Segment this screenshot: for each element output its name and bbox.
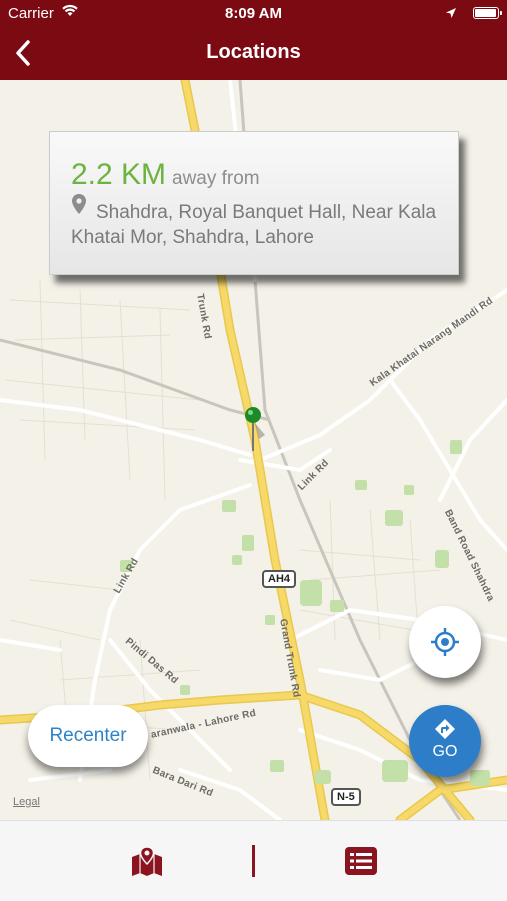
tab-list[interactable] [345, 847, 377, 880]
battery-icon [473, 7, 502, 19]
go-label: GO [432, 743, 458, 760]
go-directions-button[interactable]: GO [409, 705, 481, 777]
recenter-button[interactable]: Recenter [28, 705, 148, 767]
location-info-card: 2.2 KM away from Shahdra, Royal Banquet … [49, 131, 459, 275]
map-legal-link[interactable]: Legal [13, 796, 40, 808]
status-time: 8:09 AM [225, 5, 282, 22]
battery-fill [475, 9, 496, 17]
map-icon [132, 846, 162, 876]
list-icon [345, 847, 377, 875]
bottom-tab-bar [0, 820, 507, 901]
location-address: Shahdra, Royal Banquet Hall, Near Kala K… [71, 202, 437, 248]
nav-bar: Locations [0, 28, 507, 80]
status-bar: Carrier 8:09 AM [0, 0, 507, 28]
tab-map[interactable] [130, 846, 164, 882]
page-title: Locations [206, 41, 301, 63]
directions-arrow-icon [435, 719, 455, 739]
distance-value: 2.2 KM [71, 158, 167, 191]
crosshair-icon [431, 628, 459, 656]
highway-shield-n5: N-5 [331, 788, 361, 806]
away-from-label: away from [172, 168, 260, 189]
highway-shield-ah4: AH4 [262, 570, 297, 588]
location-arrow-icon [445, 6, 457, 23]
my-location-button[interactable] [409, 606, 481, 678]
tab-divider [252, 845, 255, 877]
